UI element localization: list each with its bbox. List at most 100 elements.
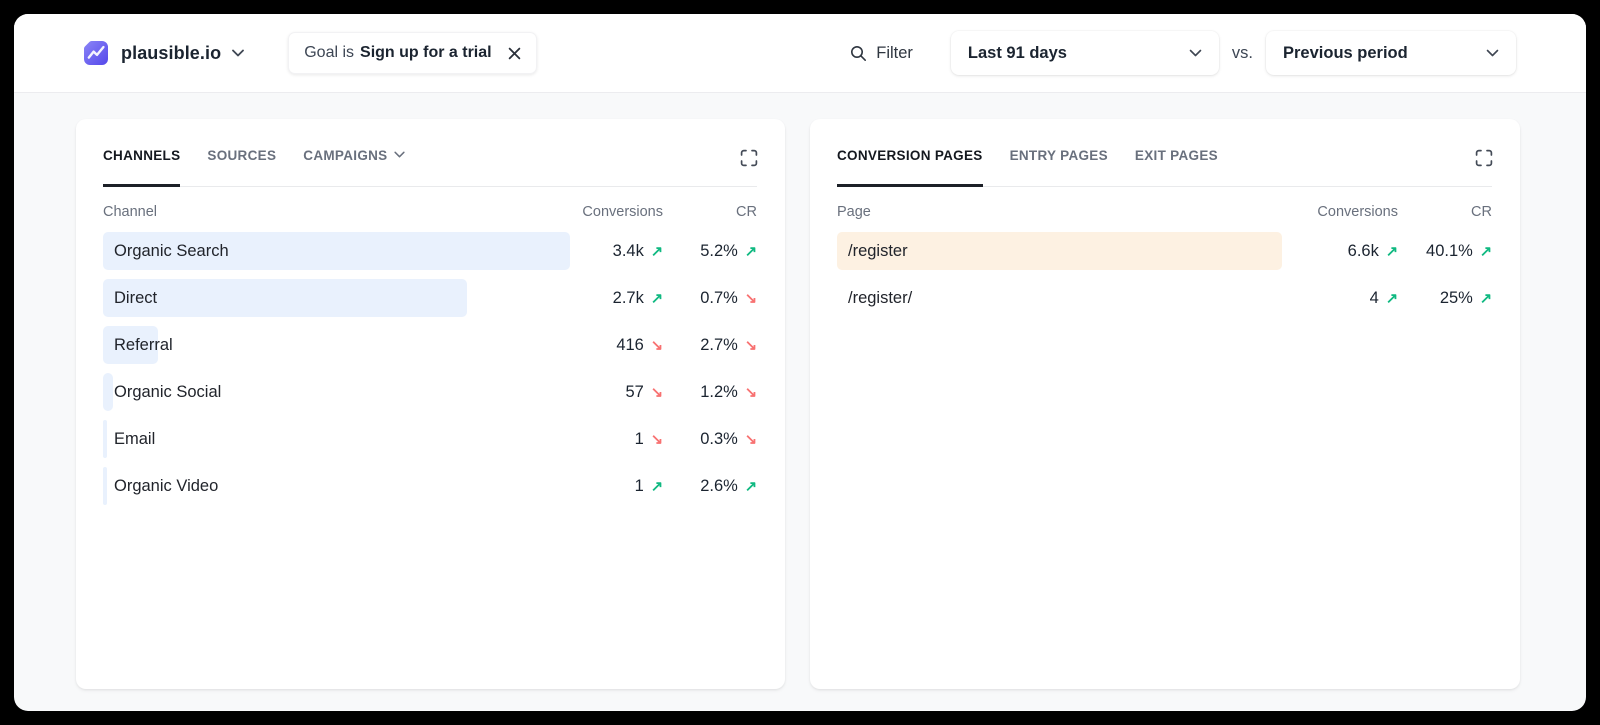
- date-range-value: Last 91 days: [968, 44, 1067, 63]
- trend-up-icon: ↗: [651, 479, 663, 495]
- table-row[interactable]: Organic Social57↘1.2%↘: [103, 373, 757, 411]
- cr-value: 40.1%: [1426, 242, 1473, 261]
- filter-label: Filter: [876, 44, 913, 63]
- vs-label: vs.: [1232, 44, 1253, 63]
- trend-down-icon: ↘: [745, 291, 757, 307]
- cr-cell: 2.7% ↘: [663, 336, 757, 355]
- comparison-value: Previous period: [1283, 44, 1408, 63]
- table-row[interactable]: Email1↘0.3%↘: [103, 420, 757, 458]
- table-row[interactable]: Organic Video1↗2.6%↗: [103, 467, 757, 505]
- row-label: Referral: [103, 336, 551, 355]
- trend-down-icon: ↘: [651, 385, 663, 401]
- trend-up-icon: ↗: [1386, 291, 1398, 307]
- conversions-cell: 4↗: [1286, 289, 1398, 308]
- trend-down-icon: ↘: [745, 432, 757, 448]
- trend-down-icon: ↘: [651, 432, 663, 448]
- tab-sources[interactable]: SOURCES: [207, 145, 276, 187]
- column-header-conversions: Conversions: [1286, 204, 1398, 220]
- channels-rows: Organic Search3.4k↗5.2%↗Direct2.7k↗0.7%↘…: [103, 232, 757, 505]
- column-header-cr: CR: [663, 204, 757, 220]
- conversions-cell: 1↗: [551, 477, 663, 496]
- cr-value: 25%: [1440, 289, 1473, 308]
- table-row[interactable]: /register 6.6k ↗ 40.1% ↗: [837, 232, 1492, 270]
- conversions-value: 3.4k: [613, 242, 644, 261]
- column-header-cr: CR: [1398, 204, 1492, 220]
- channels-tabs: CHANNELS SOURCES CAMPAIGNS: [103, 145, 757, 187]
- cr-value: 0.3%: [700, 430, 738, 449]
- tab-exit-pages[interactable]: EXIT PAGES: [1135, 145, 1218, 187]
- goal-chip-value: Sign up for a trial: [360, 44, 492, 62]
- trend-up-icon: ↗: [1480, 291, 1492, 307]
- search-icon: [850, 45, 867, 62]
- chevron-down-icon: [394, 151, 405, 158]
- row-label: Email: [103, 430, 551, 449]
- row-label: /register: [837, 242, 1286, 261]
- tab-label: CAMPAIGNS: [303, 148, 387, 163]
- conversions-cell: 3.4k ↗: [551, 242, 663, 261]
- tab-entry-pages[interactable]: ENTRY PAGES: [1010, 145, 1108, 187]
- dashboard-body: CHANNELSSOURCESCAMPAIGNS ChannelConversi…: [14, 93, 1586, 689]
- trend-up-icon: ↗: [651, 244, 663, 260]
- site-picker[interactable]: plausible.io: [82, 39, 244, 67]
- tab-label: ENTRY PAGES: [1010, 148, 1108, 163]
- tab-label: CONVERSION PAGES: [837, 148, 983, 163]
- expand-icon[interactable]: [1475, 149, 1493, 167]
- conversions-cell: 6.6k ↗: [1286, 242, 1398, 261]
- app-window: plausible.io Goal is Sign up for a trial…: [14, 14, 1586, 711]
- tab-label: SOURCES: [207, 148, 276, 163]
- cr-cell: 25% ↗: [1398, 289, 1492, 308]
- goal-chip-prefix: Goal is: [304, 44, 354, 62]
- plausible-logo-icon: [82, 39, 110, 67]
- trend-up-icon: ↗: [651, 291, 663, 307]
- conversions-value: 4: [1370, 289, 1379, 308]
- goal-filter-chip[interactable]: Goal is Sign up for a trial: [288, 32, 536, 74]
- trend-up-icon: ↗: [745, 244, 757, 260]
- trend-down-icon: ↘: [651, 338, 663, 354]
- conversions-cell: 416↘: [551, 336, 663, 355]
- row-label: /register/: [837, 289, 1286, 308]
- column-header-conversions: Conversions: [551, 204, 663, 220]
- tab-conversion-pages[interactable]: CONVERSION PAGES: [837, 145, 983, 187]
- channels-panel: CHANNELS SOURCES CAMPAIGNS ChannelConversi…: [76, 119, 785, 689]
- conversions-value: 57: [625, 383, 643, 402]
- cr-value: 2.6%: [700, 477, 738, 496]
- table-row[interactable]: Direct2.7k↗0.7%↘: [103, 279, 757, 317]
- conversions-value: 1: [635, 477, 644, 496]
- conversions-cell: 57 ↘: [551, 383, 663, 402]
- top-nav: plausible.io Goal is Sign up for a trial…: [14, 14, 1586, 93]
- row-label: Organic Search: [103, 242, 551, 261]
- cr-value: 0.7%: [700, 289, 738, 308]
- column-header-channel: Channel: [103, 204, 551, 220]
- table-row[interactable]: /register/4↗25%↗: [837, 279, 1492, 317]
- trend-down-icon: ↘: [745, 338, 757, 354]
- table-row[interactable]: Organic Search 3.4k ↗ 5.2% ↗: [103, 232, 757, 270]
- cr-value: 1.2%: [700, 383, 738, 402]
- tab-label: EXIT PAGES: [1135, 148, 1218, 163]
- trend-down-icon: ↘: [745, 385, 757, 401]
- trend-up-icon: ↗: [745, 479, 757, 495]
- tab-channels[interactable]: CHANNELS: [103, 145, 180, 187]
- conversions-value: 2.7k: [613, 289, 644, 308]
- chevron-down-icon: [232, 49, 244, 57]
- tab-campaigns[interactable]: CAMPAIGNS: [303, 145, 405, 187]
- pages-panel: CONVERSION PAGES ENTRY PAGES EXIT PAGES Pa…: [810, 119, 1520, 689]
- cr-cell: 1.2% ↘: [663, 383, 757, 402]
- conversions-value: 6.6k: [1348, 242, 1379, 261]
- trend-up-icon: ↗: [1480, 244, 1492, 260]
- chevron-down-icon: [1486, 49, 1499, 57]
- chevron-down-icon: [1189, 49, 1202, 57]
- expand-icon[interactable]: [740, 149, 758, 167]
- filter-button[interactable]: Filter: [850, 44, 913, 63]
- cr-cell: 40.1% ↗: [1398, 242, 1492, 261]
- trend-up-icon: ↗: [1386, 244, 1398, 260]
- pages-tabs: CONVERSION PAGES ENTRY PAGES EXIT PAGES: [837, 145, 1492, 187]
- comparison-select[interactable]: Previous period: [1266, 31, 1516, 75]
- cr-value: 2.7%: [700, 336, 738, 355]
- cr-cell: 0.7% ↘: [663, 289, 757, 308]
- table-row[interactable]: Referral416↘ 2.7% ↘: [103, 326, 757, 364]
- pages-column-headers: PageConversionsCR: [837, 204, 1492, 220]
- date-range-select[interactable]: Last 91 days: [951, 31, 1219, 75]
- cr-value: 5.2%: [700, 242, 738, 261]
- column-header-page: Page: [837, 204, 1286, 220]
- close-icon[interactable]: [508, 47, 521, 60]
